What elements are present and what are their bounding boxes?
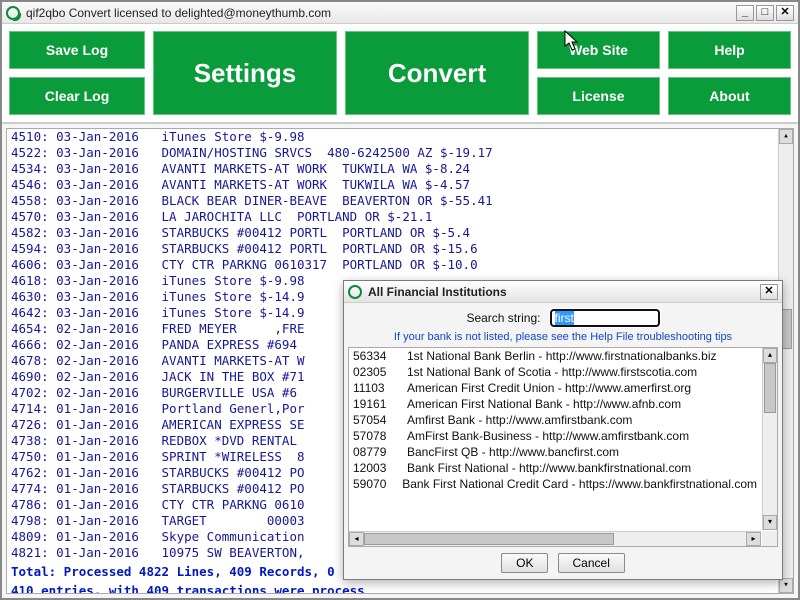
list-item[interactable]: 57054 Amfirst Bank - http://www.amfirstba… xyxy=(349,412,761,428)
list-item[interactable]: 19161 American First National Bank - http… xyxy=(349,396,761,412)
list-item[interactable]: 12003 Bank First National - http://www.ba… xyxy=(349,460,761,476)
list-item[interactable]: 11103 American First Credit Union - http:… xyxy=(349,380,761,396)
list-item[interactable]: 02305 1st National Bank of Scotia - http:… xyxy=(349,364,761,380)
scroll-right-icon[interactable]: ▸ xyxy=(746,532,761,546)
about-button[interactable]: About xyxy=(667,76,792,116)
bank-code: 56334 xyxy=(353,349,399,363)
bank-code: 08779 xyxy=(353,445,399,459)
scroll-left-icon[interactable]: ◂ xyxy=(349,532,364,546)
search-label: Search string: xyxy=(466,311,540,325)
bank-code: 19161 xyxy=(353,397,399,411)
bank-name: 1st National Bank Berlin - http://www.fi… xyxy=(407,349,716,363)
dialog-close-button[interactable]: ✕ xyxy=(760,284,778,300)
app-icon xyxy=(6,6,20,20)
website-button[interactable]: Web Site xyxy=(536,30,661,70)
convert-button[interactable]: Convert xyxy=(344,30,530,116)
log-line: 4594: 03-Jan-2016 STARBUCKS #00412 PORTL… xyxy=(11,241,777,257)
bank-code: 57078 xyxy=(353,429,399,443)
list-hscroll[interactable]: ◂ ▸ xyxy=(349,531,761,546)
list-item[interactable]: 57078 AmFirst Bank-Business - http://www.… xyxy=(349,428,761,444)
dialog-icon xyxy=(348,285,362,299)
bank-name: 1st National Bank of Scotia - http://www… xyxy=(407,365,697,379)
window-title: qif2qbo Convert licensed to delighted@mo… xyxy=(26,6,736,20)
bank-code: 02305 xyxy=(353,365,399,379)
save-log-button[interactable]: Save Log xyxy=(8,30,146,70)
list-item[interactable]: 08779 BancFirst QB - http://www.bancfirst… xyxy=(349,444,761,460)
settings-button[interactable]: Settings xyxy=(152,30,338,116)
dialog-title: All Financial Institutions xyxy=(368,285,760,299)
list-vscroll[interactable]: ▴ ▾ xyxy=(762,348,777,530)
titlebar: qif2qbo Convert licensed to delighted@mo… xyxy=(2,2,798,24)
bank-code: 59070 xyxy=(353,477,394,491)
scroll-down-icon[interactable]: ▾ xyxy=(779,578,793,593)
log-line: 4570: 03-Jan-2016 LA JAROCHITA LLC PORTL… xyxy=(11,209,777,225)
search-row: Search string: xyxy=(344,303,782,329)
maximize-button[interactable]: □ xyxy=(756,5,774,21)
scroll-up-icon[interactable]: ▴ xyxy=(779,129,793,144)
scroll-thumb[interactable] xyxy=(764,363,776,413)
minimize-button[interactable]: _ xyxy=(736,5,754,21)
dialog-titlebar: All Financial Institutions ✕ xyxy=(344,281,782,303)
help-button[interactable]: Help xyxy=(667,30,792,70)
log-line: 4546: 03-Jan-2016 AVANTI MARKETS-AT WORK… xyxy=(11,177,777,193)
log-summary: 410 entries, with 409 transactions were … xyxy=(11,580,777,594)
toolbar: Save Log Clear Log Settings Convert Web … xyxy=(2,24,798,124)
bank-code: 12003 xyxy=(353,461,399,475)
dialog-hint: If your bank is not listed, please see t… xyxy=(344,329,782,347)
scroll-thumb[interactable] xyxy=(364,533,614,545)
bank-name: American First National Bank - http://ww… xyxy=(407,397,681,411)
close-button[interactable]: ✕ xyxy=(776,5,794,21)
cancel-button[interactable]: Cancel xyxy=(558,553,625,573)
log-line: 4510: 03-Jan-2016 iTunes Store $-9.98 xyxy=(11,129,777,145)
clear-log-button[interactable]: Clear Log xyxy=(8,76,146,116)
search-input[interactable] xyxy=(550,309,660,327)
bank-code: 57054 xyxy=(353,413,399,427)
ok-button[interactable]: OK xyxy=(501,553,548,573)
bank-list: 56334 1st National Bank Berlin - http://w… xyxy=(348,347,778,547)
bank-name: Amfirst Bank - http://www.amfirstbank.co… xyxy=(407,413,632,427)
bank-name: Bank First National Credit Card - https:… xyxy=(402,477,757,491)
log-line: 4534: 03-Jan-2016 AVANTI MARKETS-AT WORK… xyxy=(11,161,777,177)
scroll-down-icon[interactable]: ▾ xyxy=(763,515,777,530)
scroll-up-icon[interactable]: ▴ xyxy=(763,348,777,363)
scroll-corner xyxy=(762,531,777,546)
bank-name: AmFirst Bank-Business - http://www.amfir… xyxy=(407,429,689,443)
log-line: 4606: 03-Jan-2016 CTY CTR PARKNG 0610317… xyxy=(11,257,777,273)
dialog-buttons: OK Cancel xyxy=(344,547,782,579)
log-line: 4582: 03-Jan-2016 STARBUCKS #00412 PORTL… xyxy=(11,225,777,241)
bank-name: American First Credit Union - http://www… xyxy=(407,381,691,395)
list-item[interactable]: 56334 1st National Bank Berlin - http://w… xyxy=(349,348,761,364)
log-line: 4558: 03-Jan-2016 BLACK BEAR DINER-BEAVE… xyxy=(11,193,777,209)
bank-name: BancFirst QB - http://www.bancfirst.com xyxy=(407,445,619,459)
list-item[interactable]: 59070 Bank First National Credit Card - h… xyxy=(349,476,761,492)
license-button[interactable]: License xyxy=(536,76,661,116)
bank-code: 11103 xyxy=(353,381,399,395)
bank-listbox[interactable]: 56334 1st National Bank Berlin - http://w… xyxy=(349,348,761,530)
bank-name: Bank First National - http://www.bankfir… xyxy=(407,461,691,475)
log-line: 4522: 03-Jan-2016 DOMAIN/HOSTING SRVCS 4… xyxy=(11,145,777,161)
financial-institutions-dialog: All Financial Institutions ✕ Search stri… xyxy=(343,280,783,580)
